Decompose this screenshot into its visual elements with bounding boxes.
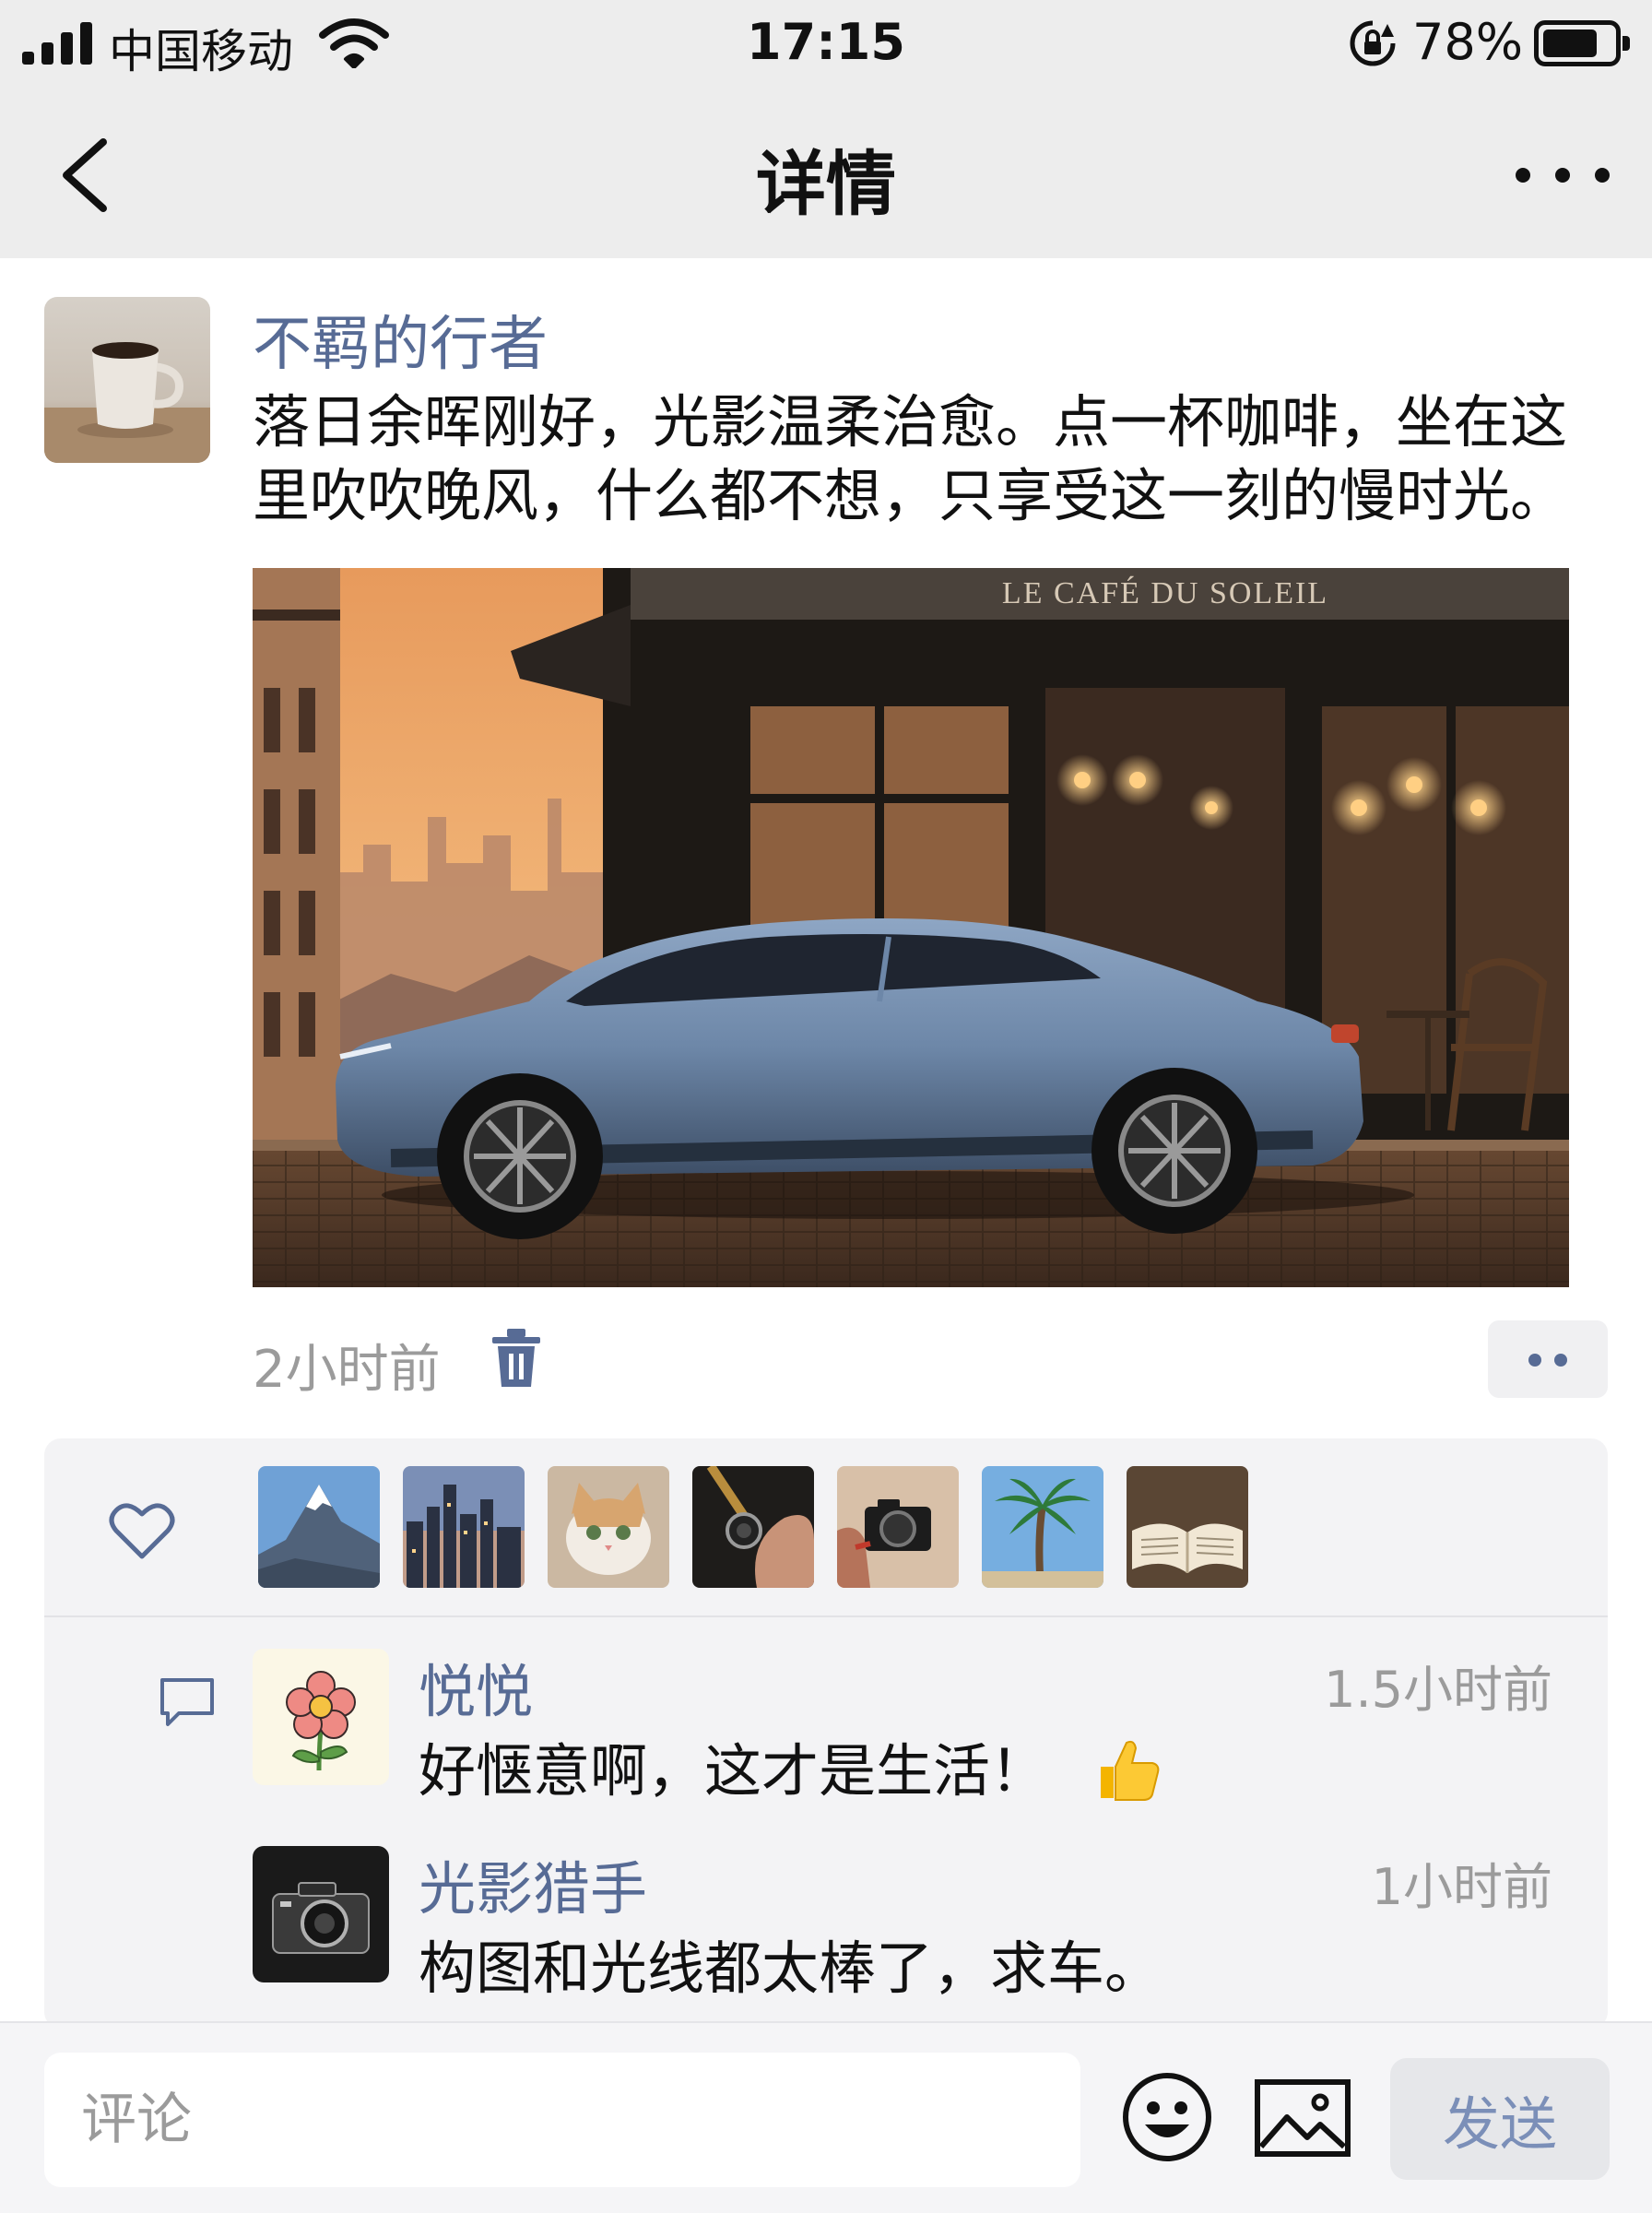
post-author-name[interactable]: 不羁的行者 <box>253 297 548 382</box>
car-at-cafe-photo: LE CAFÉ DU SOLEIL <box>253 568 1569 1287</box>
more-horizontal-icon[interactable] <box>1503 157 1622 194</box>
heart-icon <box>109 1503 175 1559</box>
battery-icon <box>1534 20 1630 66</box>
palm-tree-icon <box>982 1466 1103 1588</box>
top-bar: 中国移动 17:15 78% 详情 <box>0 0 1652 258</box>
navigation-bar: 详情 <box>0 92 1652 258</box>
smiley-icon[interactable] <box>1121 2071 1213 2163</box>
author-avatar[interactable] <box>44 297 210 463</box>
liker-avatar-city[interactable] <box>403 1466 525 1588</box>
comment-bubble-icon <box>160 1678 214 1726</box>
send-button[interactable]: 发送 <box>1390 2058 1610 2180</box>
image-icon[interactable] <box>1254 2078 1351 2158</box>
dot-icon <box>1528 1354 1541 1367</box>
comment-author[interactable]: 光影猎手 <box>419 1842 647 1925</box>
comment-item[interactable]: 光影猎手 1小时前 构图和光线都太棒了，求车。 <box>253 1846 1580 2002</box>
cat-icon <box>548 1466 669 1588</box>
dot-icon <box>1554 1354 1567 1367</box>
battery-level-fill <box>1543 30 1597 57</box>
page-title: 详情 <box>756 143 896 225</box>
status-time: 17:15 <box>747 13 905 71</box>
comment-input-bar: 发送 <box>0 2021 1652 2213</box>
liker-avatar-mountain[interactable] <box>258 1466 380 1588</box>
lens-in-hand-icon <box>692 1466 814 1588</box>
comment-text-row: 好惬意啊，这才是生活！ <box>419 1724 1162 1807</box>
comment-avatar[interactable] <box>253 1649 389 1785</box>
comment-text: 构图和光线都太棒了，求车。 <box>419 1935 1162 2002</box>
comment-author[interactable]: 悦悦 <box>419 1645 533 1728</box>
liker-avatar-lens[interactable] <box>692 1466 814 1588</box>
status-bar: 中国移动 17:15 78% <box>0 0 1652 92</box>
open-book-icon <box>1127 1466 1248 1588</box>
post-text: 落日余晖刚好，光影温柔治愈。点一杯咖啡，坐在这里吹吹晚风，什么都不想，只享受这一… <box>253 388 1568 529</box>
liker-avatar-list <box>258 1466 1248 1588</box>
post-time: 2小时前 <box>253 1340 441 1400</box>
liker-avatar-camera[interactable] <box>837 1466 959 1588</box>
post-photo[interactable]: LE CAFÉ DU SOLEIL <box>253 568 1569 1287</box>
camera-icon <box>253 1846 389 1982</box>
coffee-cup-photo <box>44 297 210 463</box>
liker-avatar-book[interactable] <box>1127 1466 1248 1588</box>
comment-time: 1小时前 <box>1371 1858 1552 1916</box>
comment-input[interactable] <box>44 2053 1080 2187</box>
rotation-lock-icon <box>1350 20 1396 66</box>
feedback-divider <box>44 1615 1608 1617</box>
liker-avatar-cat[interactable] <box>548 1466 669 1588</box>
post-more-button[interactable] <box>1488 1320 1608 1398</box>
thumbs-up-emoji-icon <box>1100 1740 1160 1801</box>
comment-avatar[interactable] <box>253 1846 389 1982</box>
mountain-icon <box>258 1466 380 1588</box>
city-skyline-icon <box>403 1466 525 1588</box>
camera-in-hand-icon <box>837 1466 959 1588</box>
comment-item[interactable]: 悦悦 1.5小时前 好惬意啊，这才是生活！ <box>253 1649 1580 1805</box>
flower-icon <box>253 1649 389 1785</box>
battery-percent: 78% <box>1412 13 1524 71</box>
liker-avatar-palm[interactable] <box>982 1466 1103 1588</box>
comment-time: 1.5小时前 <box>1324 1661 1552 1719</box>
cafe-sign: LE CAFÉ DU SOLEIL <box>1002 576 1328 610</box>
trash-icon[interactable] <box>489 1326 544 1391</box>
comment-text: 好惬意啊，这才是生活！ <box>419 1737 1048 1805</box>
